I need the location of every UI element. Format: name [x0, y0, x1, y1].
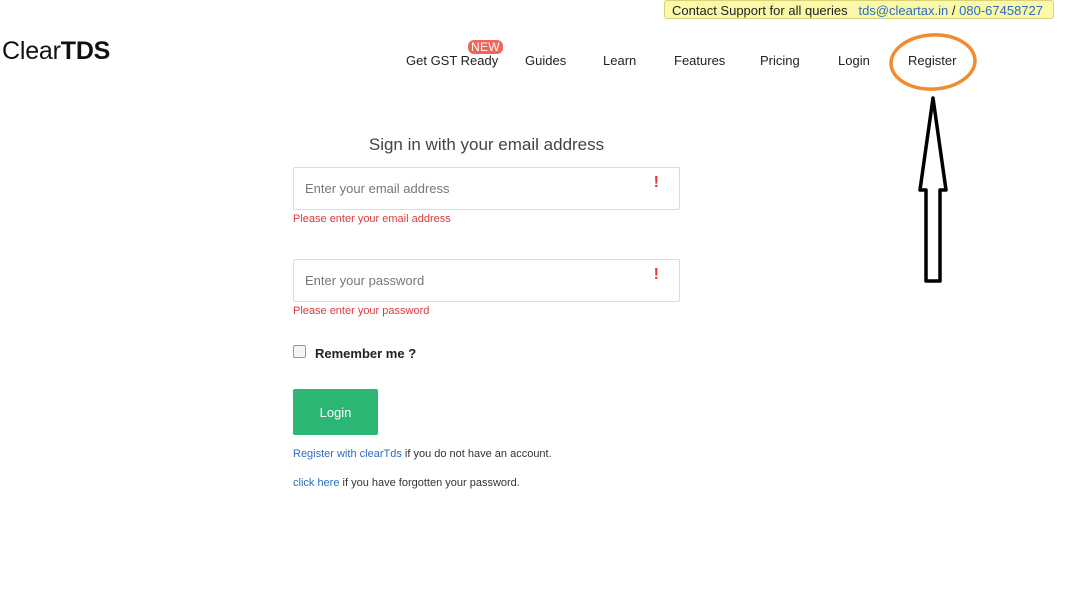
support-separator: /: [951, 3, 956, 18]
register-link[interactable]: Register with clearTds: [293, 448, 402, 460]
nav-learn[interactable]: Learn: [603, 53, 636, 68]
password-warning-icon: !: [653, 266, 659, 283]
register-line: Register with clearTds if you do not hav…: [293, 448, 552, 460]
email-input[interactable]: [294, 168, 635, 208]
annotation-overlay: [889, 33, 977, 283]
new-badge: NEW: [468, 40, 503, 54]
nav-login[interactable]: Login: [838, 53, 870, 68]
support-text: Contact Support for all queries: [672, 3, 848, 18]
password-field: !: [293, 259, 680, 302]
email-error: Please enter your email address: [293, 213, 451, 225]
nav-features[interactable]: Features: [674, 53, 725, 68]
support-bar: Contact Support for all queries tds@clea…: [664, 0, 1054, 19]
forgot-line: click here if you have forgotten your pa…: [293, 477, 520, 489]
nav-register[interactable]: Register: [908, 53, 956, 68]
remember-checkbox[interactable]: [293, 345, 306, 358]
logo-bold: TDS: [60, 37, 111, 65]
nav-get-gst-ready[interactable]: Get GST Ready: [406, 53, 498, 68]
email-warning-icon: !: [653, 174, 659, 191]
remember-label[interactable]: Remember me ?: [315, 346, 416, 361]
email-field: !: [293, 167, 680, 210]
logo-prefix: Clear: [2, 37, 61, 65]
forgot-password-link[interactable]: click here: [293, 477, 339, 489]
up-arrow-icon: [918, 96, 948, 283]
nav-pricing[interactable]: Pricing: [760, 53, 800, 68]
signin-title: Sign in with your email address: [368, 135, 605, 154]
cleartds-logo[interactable]: ClearTDS: [2, 37, 110, 66]
password-input[interactable]: [294, 260, 635, 300]
support-phone-link[interactable]: 080-67458727: [959, 3, 1043, 18]
password-error: Please enter your password: [293, 305, 430, 317]
support-email-link[interactable]: tds@cleartax.in: [858, 3, 948, 18]
login-button[interactable]: Login: [293, 389, 378, 435]
nav-guides[interactable]: Guides: [525, 53, 566, 68]
forgot-suffix: if you have forgotten your password.: [342, 477, 520, 489]
register-suffix: if you do not have an account.: [404, 448, 552, 460]
